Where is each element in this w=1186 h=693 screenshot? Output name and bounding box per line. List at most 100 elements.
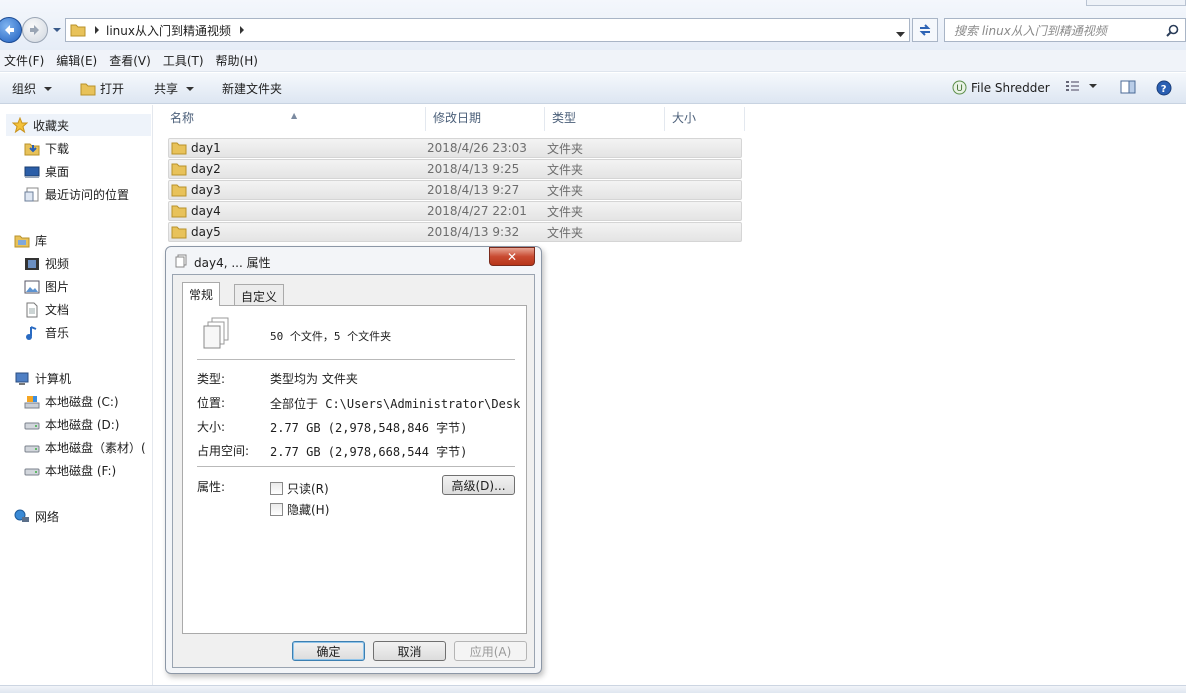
file-type: 文件夹 [547,225,584,240]
nav-videos[interactable]: 视频 [24,255,69,272]
refresh-button[interactable] [912,18,938,42]
picture-icon [24,280,40,293]
file-name: day3 [191,183,221,197]
forward-button[interactable] [22,17,48,43]
file-date: 2018/4/13 9:25 [427,162,520,176]
checkbox-label: 隐藏(H) [287,503,330,517]
file-name: day5 [191,225,221,239]
help-button[interactable]: ? [1156,80,1172,96]
column-header-name[interactable]: ▲ 名称 [163,107,426,131]
chevron-down-icon [896,32,905,37]
checkbox-box[interactable] [270,503,283,516]
nav-downloads[interactable]: 下载 [24,140,69,157]
nav-label: 文档 [45,303,70,317]
checkbox-box[interactable] [270,482,283,495]
folder-icon [171,205,187,218]
nav-drive-d[interactable]: 本地磁盘 (D:) [24,416,119,433]
desktop-icon [24,166,40,178]
nav-drive-c[interactable]: 本地磁盘 (C:) [24,393,119,410]
file-name: day4 [191,204,221,218]
file-name: day1 [191,141,221,155]
drive-icon [24,445,40,452]
nav-libraries[interactable]: 库 [14,232,47,249]
file-row[interactable]: day3 2018/4/13 9:27 文件夹 [168,180,742,200]
nav-pictures[interactable]: 图片 [24,278,69,295]
organize-button[interactable]: 组织 [12,80,53,97]
column-header-size[interactable]: 大小 [665,107,745,131]
nav-label: 最近访问的位置 [45,188,130,202]
column-header-type[interactable]: 类型 [545,107,665,131]
properties-dialog: day4, ... 属性 ✕ 常规 自定义 50 个文件，5 个文件夹 类型: … [165,246,542,674]
ok-button[interactable]: 确定 [292,641,365,661]
breadcrumb-chevron-icon[interactable] [94,19,100,41]
tab-general[interactable]: 常规 [182,282,221,306]
nav-music[interactable]: 音乐 [24,324,69,341]
document-icon [26,302,38,317]
breadcrumb-chevron-icon[interactable] [239,19,245,41]
drive-icon [24,422,40,429]
nav-label: 库 [35,234,48,248]
divider [197,359,515,360]
nav-computer[interactable]: 计算机 [14,370,71,387]
recent-pages-dropdown[interactable] [52,24,62,34]
nav-documents[interactable]: 文档 [24,301,69,318]
tab-custom[interactable]: 自定义 [234,284,285,305]
search-placeholder: 搜索 linux从入门到精通视频 [954,23,1107,38]
address-history-dropdown[interactable] [896,27,905,41]
column-header-modified[interactable]: 修改日期 [426,107,545,131]
arrow-left-icon [5,25,14,35]
video-icon [25,257,39,270]
divider [197,466,515,467]
window-edge [1086,0,1186,6]
dialog-body: 常规 自定义 50 个文件，5 个文件夹 类型: 类型均为 文件夹 位置: 全部… [172,274,535,668]
nav-drive-e[interactable]: 本地磁盘（素材）( [24,439,152,456]
file-shredder-button[interactable]: U File Shredder [952,80,1050,95]
nav-label: 视频 [45,257,70,271]
nav-label: 收藏夹 [33,118,70,133]
file-row[interactable]: day1 2018/4/26 23:03 文件夹 [168,138,742,158]
search-icon[interactable] [1166,24,1179,37]
file-row[interactable]: day4 2018/4/27 22:01 文件夹 [168,201,742,221]
nav-recent-places[interactable]: 最近访问的位置 [24,186,129,203]
menu-tools[interactable]: 工具(T) [158,52,211,69]
nav-label: 图片 [45,280,70,294]
nav-drive-f[interactable]: 本地磁盘 (F:) [24,462,116,479]
hidden-checkbox[interactable]: 隐藏(H) [270,501,329,518]
new-folder-button[interactable]: 新建文件夹 [222,80,282,97]
cancel-button[interactable]: 取消 [373,641,446,661]
file-row[interactable]: day5 2018/4/13 9:32 文件夹 [168,222,742,242]
view-options-button[interactable] [1065,80,1097,92]
share-button[interactable]: 共享 [154,80,195,97]
file-type: 文件夹 [547,204,584,219]
close-button[interactable]: ✕ [489,247,535,266]
dialog-title-bar[interactable]: day4, ... 属性 ✕ [166,247,541,273]
apply-button[interactable]: 应用(A) [454,641,527,661]
music-icon [26,325,37,340]
chevron-down-icon [1089,84,1097,88]
menu-help[interactable]: 帮助(H) [211,52,265,69]
dialog-title: day4, ... 属性 [194,256,271,270]
open-button[interactable]: 打开 [80,80,124,97]
type-label: 类型: [197,372,226,386]
menu-edit[interactable]: 编辑(E) [51,52,104,69]
search-input[interactable]: 搜索 linux从入门到精通视频 [944,18,1186,42]
advanced-button[interactable]: 高级(D)... [442,475,515,495]
nav-network[interactable]: 网络 [14,508,59,525]
menu-file[interactable]: 文件(F) [0,52,51,69]
breadcrumb-folder[interactable]: linux从入门到精通视频 [106,22,231,39]
file-row[interactable]: day2 2018/4/13 9:25 文件夹 [168,159,742,179]
back-button[interactable] [0,17,22,43]
preview-pane-button[interactable] [1120,80,1136,94]
nav-desktop[interactable]: 桌面 [24,163,69,180]
computer-icon [15,372,29,385]
nav-favorites[interactable]: 收藏夹 [6,114,151,136]
column-label: 类型 [552,111,577,125]
folder-icon [171,142,187,155]
address-field[interactable]: linux从入门到精通视频 [65,18,910,42]
file-date: 2018/4/26 23:03 [427,141,527,155]
readonly-checkbox[interactable]: 只读(R) [270,480,329,497]
nav-label: 下载 [45,142,70,156]
menu-view[interactable]: 查看(V) [104,52,158,69]
location-label: 位置: [197,396,226,410]
file-type: 文件夹 [547,162,584,177]
